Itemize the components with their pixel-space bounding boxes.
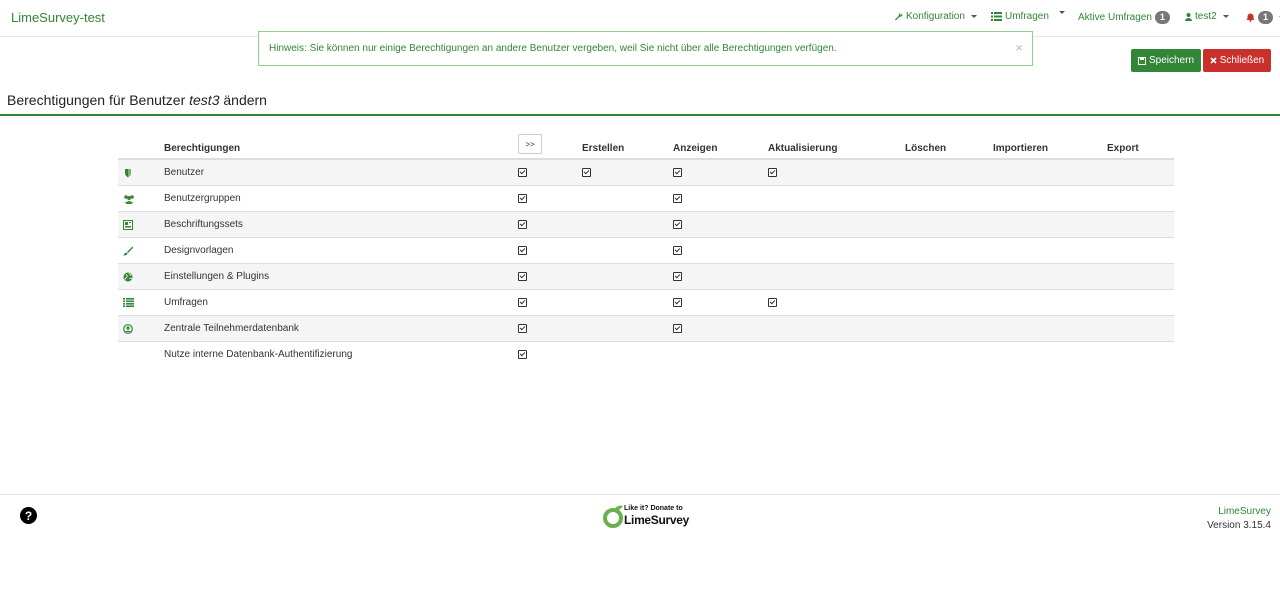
aktive-umfragen-badge: 1 [1154, 11, 1170, 24]
checkbox-all[interactable] [518, 298, 527, 307]
permission-label: Nutze interne Datenbank-Authentifizierun… [164, 349, 353, 360]
permission-label: Zentrale Teilnehmerdatenbank [164, 323, 299, 334]
checkbox-all[interactable] [518, 194, 527, 203]
checkbox-all[interactable] [518, 220, 527, 229]
permission-label: Beschriftungssets [164, 219, 243, 230]
close-button[interactable]: Schließen [1203, 49, 1271, 72]
version-text: Version 3.15.4 [1207, 520, 1271, 531]
close-icon [1210, 57, 1217, 64]
menu-aktive-umfragen[interactable]: Aktive Umfragen 1 [1078, 11, 1170, 24]
permissions-hint-alert: Hinweis: Sie können nur einige Berechtig… [258, 31, 1033, 66]
header-delete: Löschen [905, 143, 947, 154]
chevron-down-icon [1059, 11, 1065, 14]
user-icon [1185, 12, 1192, 21]
menu-umfragen-label: Umfragen [1005, 11, 1049, 22]
paintbrush-icon [123, 246, 134, 256]
chevron-down-icon [1222, 15, 1229, 18]
header-export: Export [1107, 143, 1139, 154]
shield-icon [123, 168, 133, 178]
wrench-icon [894, 12, 903, 21]
table-header: Berechtigungen >> Erstellen Anzeigen Akt… [118, 133, 1174, 160]
checkbox-create[interactable] [582, 168, 591, 177]
chevron-down-icon [970, 15, 977, 18]
table-row: Umfragen [118, 290, 1174, 316]
save-button[interactable]: Speichern [1131, 49, 1201, 72]
users-icon [123, 194, 134, 204]
title-divider [0, 114, 1280, 116]
checkbox-all[interactable] [518, 324, 527, 333]
page-title-suffix: ändern [223, 92, 267, 108]
checkbox-read[interactable] [673, 272, 682, 281]
umfragen-dropdown-toggle[interactable] [1056, 11, 1065, 14]
header-update: Aktualisierung [768, 143, 838, 154]
table-row: Zentrale Teilnehmerdatenbank [118, 316, 1174, 342]
page-title-prefix: Berechtigungen für Benutzer [7, 92, 186, 108]
table-row: Benutzer [118, 160, 1174, 186]
page-title-username: test3 [189, 92, 220, 108]
page-title: Berechtigungen für Benutzer test3 ändern [7, 92, 267, 108]
table-body: Benutzer Benutzergruppen Beschriftungssets… [118, 160, 1174, 368]
donate-text: Like it? Donate to [624, 505, 683, 512]
table-row: Designvorlagen [118, 238, 1174, 264]
label-set-icon [123, 220, 133, 230]
user-label: test2 [1195, 11, 1217, 22]
header-permission: Berechtigungen [164, 143, 241, 154]
notifications-badge: 1 [1258, 11, 1274, 24]
checkbox-update[interactable] [768, 168, 777, 177]
menu-umfragen[interactable]: Umfragen [991, 11, 1049, 22]
header-read: Anzeigen [673, 143, 718, 154]
checkbox-all[interactable] [518, 168, 527, 177]
permission-label: Einstellungen & Plugins [164, 271, 270, 282]
close-button-label: Schließen [1219, 55, 1265, 66]
aktive-umfragen-label: Aktive Umfragen [1078, 12, 1152, 23]
menu-user[interactable]: test2 [1185, 11, 1229, 22]
help-icon[interactable]: ? [20, 507, 37, 524]
header-create: Erstellen [582, 143, 625, 154]
permissions-table: Berechtigungen >> Erstellen Anzeigen Akt… [118, 133, 1174, 368]
header-import: Importieren [993, 143, 1049, 154]
save-button-label: Speichern [1148, 55, 1195, 66]
menu-notifications[interactable]: 1 [1246, 11, 1280, 24]
menu-konfiguration[interactable]: Konfiguration [894, 11, 977, 22]
limesurvey-link[interactable]: LimeSurvey [1218, 506, 1271, 517]
floppy-disk-icon [1137, 56, 1146, 65]
table-row: Einstellungen & Plugins [118, 264, 1174, 290]
permission-label: Umfragen [164, 297, 208, 308]
permission-label: Benutzer [164, 167, 205, 178]
checkbox-read[interactable] [673, 246, 682, 255]
close-icon[interactable]: × [1015, 40, 1023, 55]
footer: ? Like it? Donate to LimeSurvey LimeSurv… [0, 494, 1280, 604]
checkbox-read[interactable] [673, 194, 682, 203]
toggle-all-button[interactable]: >> [518, 134, 542, 154]
donate-logo-link[interactable]: Like it? Donate to LimeSurvey [602, 504, 692, 530]
checkbox-read[interactable] [673, 324, 682, 333]
permission-label: Designvorlagen [164, 245, 234, 256]
checkbox-all[interactable] [518, 272, 527, 281]
checkbox-read[interactable] [673, 298, 682, 307]
alert-text: Hinweis: Sie können nur einige Berechtig… [269, 43, 837, 54]
limesurvey-logo-icon [603, 505, 623, 528]
brand-link[interactable]: LimeSurvey-test [11, 10, 105, 25]
donate-brand: LimeSurvey [624, 513, 690, 527]
list-icon [123, 298, 134, 308]
user-circle-icon [123, 324, 133, 334]
checkbox-read[interactable] [673, 168, 682, 177]
permission-label: Benutzergruppen [164, 193, 241, 204]
checkbox-update[interactable] [768, 298, 777, 307]
checkbox-read[interactable] [673, 220, 682, 229]
globe-icon [123, 272, 133, 282]
table-row: Nutze interne Datenbank-Authentifizierun… [118, 342, 1174, 368]
table-row: Beschriftungssets [118, 212, 1174, 238]
checkbox-all[interactable] [518, 246, 527, 255]
list-icon [991, 12, 1002, 21]
checkbox-all[interactable] [518, 350, 527, 359]
table-row: Benutzergruppen [118, 186, 1174, 212]
bell-icon [1246, 13, 1255, 22]
menu-konfiguration-label: Konfiguration [906, 11, 965, 22]
